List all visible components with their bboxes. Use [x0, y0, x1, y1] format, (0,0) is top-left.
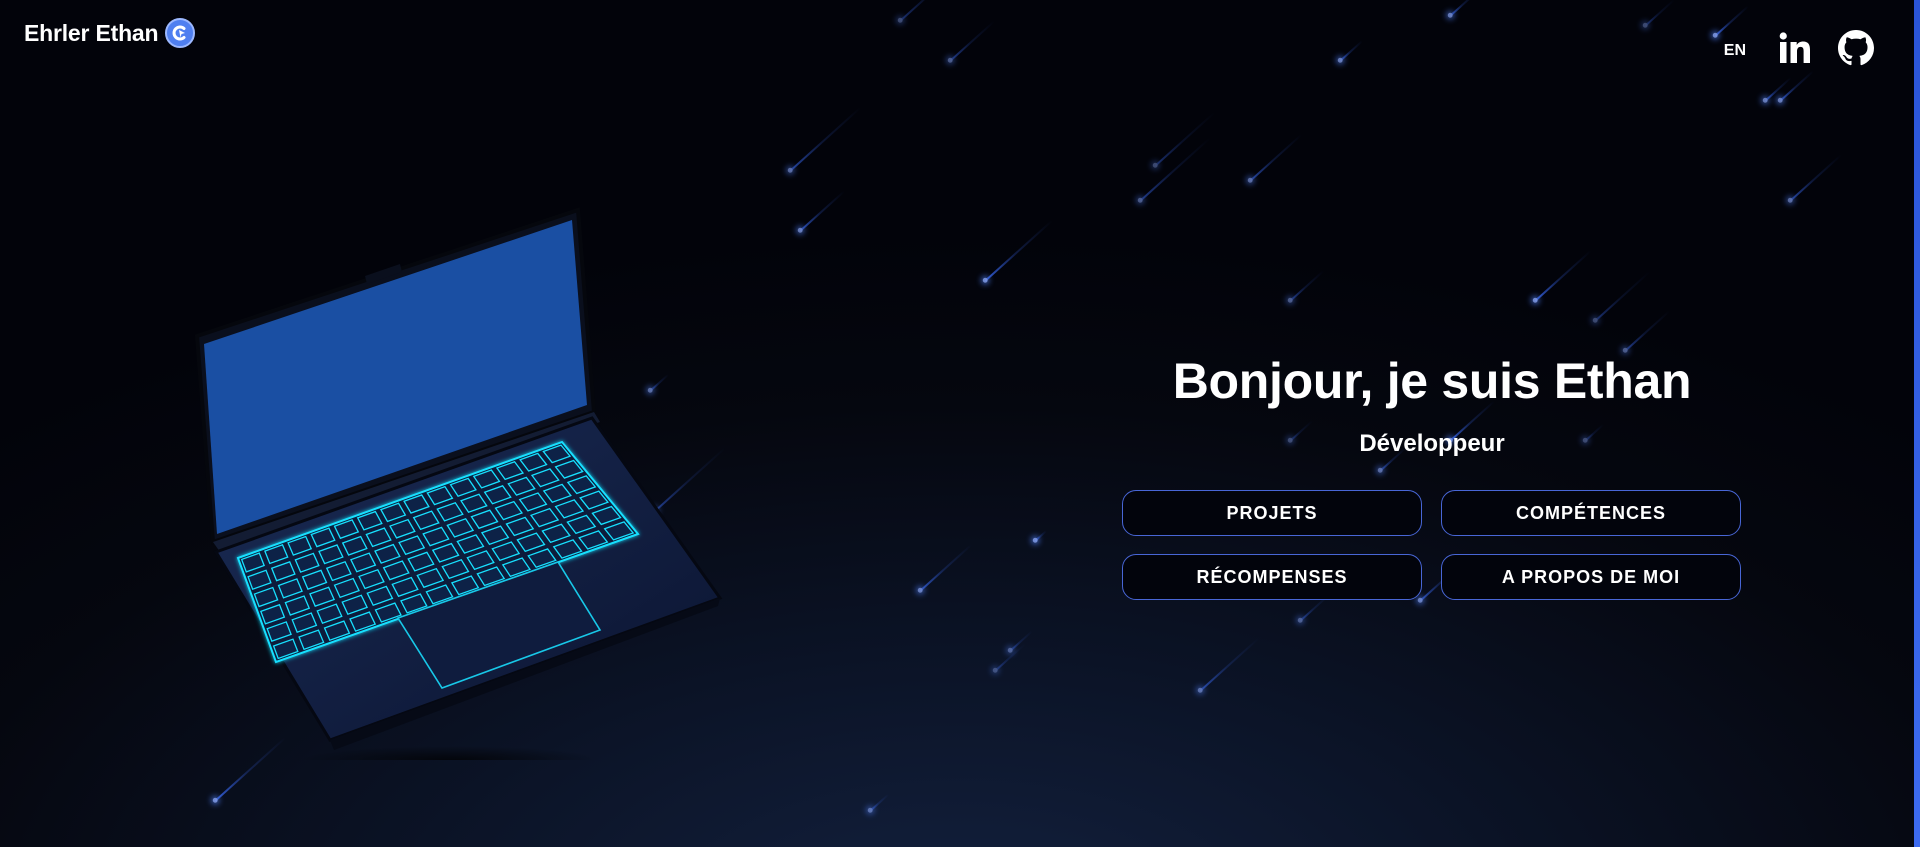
meteor-streak	[789, 106, 862, 172]
scrollbar[interactable]	[1914, 0, 1920, 847]
hero-subtitle: Développeur	[1359, 430, 1505, 457]
laptop-illustration	[180, 200, 740, 774]
meteor-streak	[1249, 133, 1303, 182]
brand-name: Ehrler Ethan	[24, 19, 159, 46]
about-button[interactable]: A PROPOS DE MOI	[1441, 554, 1741, 600]
meteor-streak	[1199, 636, 1260, 692]
meteor-streak	[799, 190, 846, 232]
meteor-streak	[919, 543, 973, 592]
page-background: Ehrler Ethan EN Bonjour, je suis Ethan D…	[0, 0, 1920, 847]
top-right-nav: EN	[1724, 30, 1874, 71]
meteor-streak	[1624, 310, 1671, 352]
meteor-streak	[1789, 153, 1843, 202]
meteor-streak	[1534, 250, 1592, 302]
awards-button[interactable]: RÉCOMPENSES	[1122, 554, 1422, 600]
brand[interactable]: Ehrler Ethan	[24, 18, 196, 48]
skills-button[interactable]: COMPÉTENCES	[1441, 490, 1741, 536]
meteor-streak	[1779, 70, 1814, 102]
linkedin-icon[interactable]	[1778, 31, 1812, 70]
hero-nav-buttons: PROJETS COMPÉTENCES RÉCOMPENSES A PROPOS…	[1122, 490, 1741, 600]
meteor-streak	[949, 20, 996, 62]
meteor-streak	[1289, 270, 1324, 302]
meteor-streak	[1339, 40, 1363, 62]
meteor-streak	[1644, 0, 1676, 27]
projects-button[interactable]: PROJETS	[1122, 490, 1422, 536]
meteor-streak	[899, 0, 953, 22]
cursor-logo-icon	[165, 18, 196, 48]
meteor-streak	[1449, 0, 1477, 17]
meteor-streak	[1034, 530, 1047, 542]
language-toggle[interactable]: EN	[1724, 42, 1746, 60]
hero-section: Bonjour, je suis Ethan Développeur PROJE…	[1122, 352, 1742, 600]
meteor-streak	[869, 793, 890, 812]
meteor-streak	[1594, 270, 1652, 322]
github-icon[interactable]	[1838, 30, 1874, 71]
hero-title: Bonjour, je suis Ethan	[1172, 353, 1692, 409]
meteor-streak	[984, 219, 1053, 282]
